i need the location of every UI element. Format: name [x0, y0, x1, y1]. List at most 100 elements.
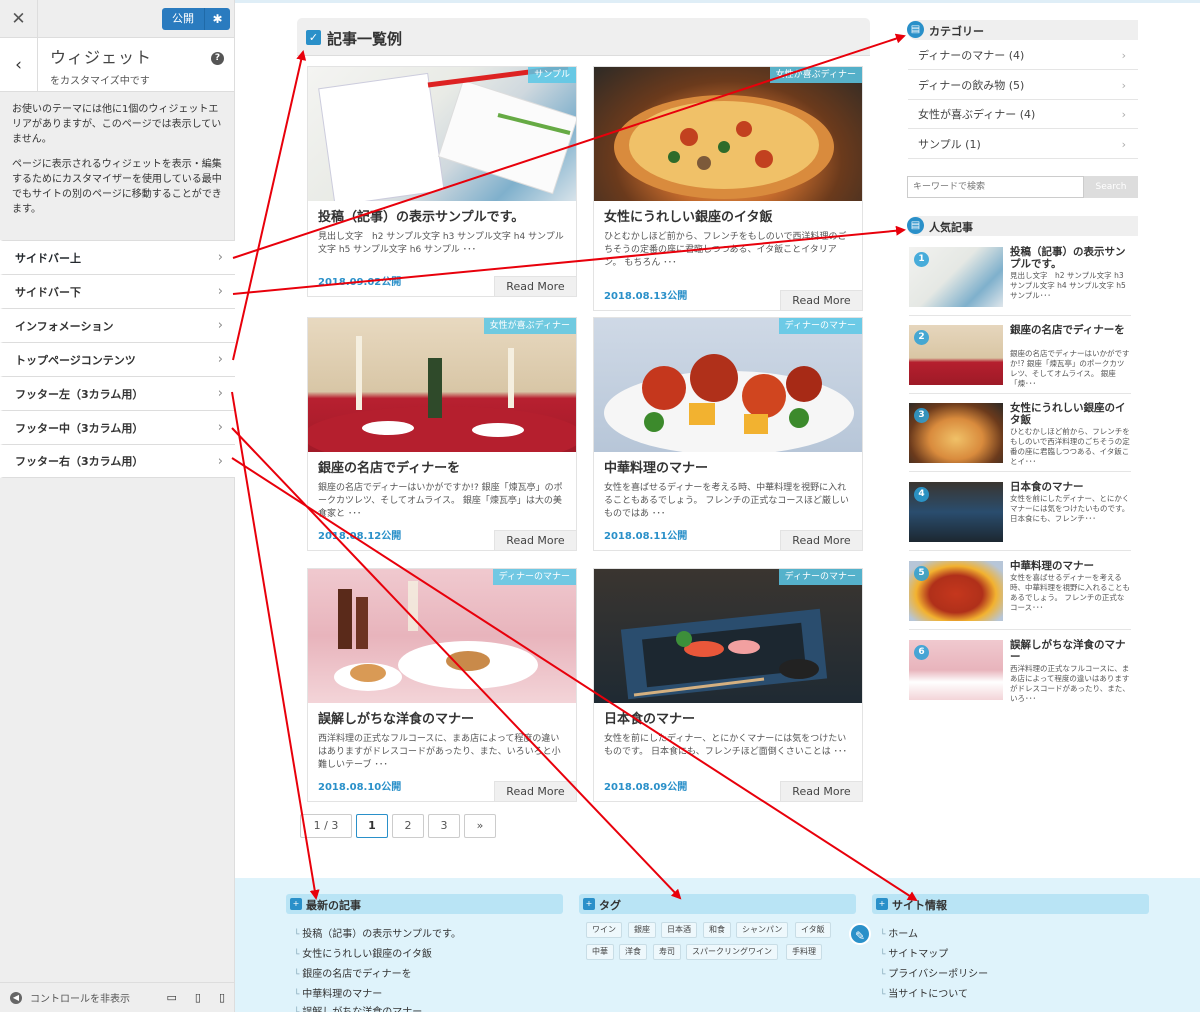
read-more-button[interactable]: Read More — [780, 290, 862, 310]
recent-post-link[interactable]: 投稿（記事）の表示サンプルです。 — [294, 925, 461, 940]
widget-area-sidebar-bottom[interactable]: サイドバー下 › — [0, 274, 235, 308]
category-badge[interactable]: サンプル — [528, 67, 576, 83]
popular-thumbnail[interactable]: 3 — [909, 403, 1003, 463]
post-card[interactable]: 女性が喜ぶディナー 女性にうれしい銀座のイタ飯 ひとむかしほど前から、フレンチを… — [593, 66, 863, 311]
collapse-icon[interactable]: ◀ — [10, 991, 22, 1004]
widget-area-information[interactable]: インフォメーション › — [0, 308, 235, 342]
chevron-right-icon: › — [217, 453, 223, 469]
popular-title[interactable]: 日本食のマナー — [1010, 481, 1131, 493]
popular-thumbnail[interactable]: 1 — [909, 247, 1003, 307]
category-link[interactable]: サンプル (1) › — [908, 130, 1138, 159]
tag-link[interactable]: イタ飯 — [795, 922, 831, 938]
tag-link[interactable]: 手料理 — [786, 944, 822, 960]
post-thumbnail[interactable]: 女性が喜ぶディナー — [308, 318, 576, 452]
post-title[interactable]: 投稿（記事）の表示サンプルです。 — [318, 209, 566, 227]
popular-post[interactable]: 2 銀座の名店でディナーを 銀座の名店でディナーはいかがですか!? 銀座「煉瓦亭… — [909, 322, 1131, 394]
site-link[interactable]: 当サイトについて — [880, 985, 968, 1000]
tag-link[interactable]: 中華 — [586, 944, 614, 960]
widget-area-footer-center[interactable]: フッター中（3カラム用） › — [0, 410, 235, 444]
post-card[interactable]: 女性が喜ぶディナー 銀座の名店でディナーを 銀座の名店でディナーはいかがですか!… — [307, 317, 577, 551]
tag-link[interactable]: スパークリングワイン — [686, 944, 778, 960]
post-card[interactable]: ディナーのマナー 中華料理のマナー 女性を喜ばせるディナーを考える時、中華料理を… — [593, 317, 863, 551]
read-more-button[interactable]: Read More — [780, 781, 862, 801]
popular-title[interactable]: 投稿（記事）の表示サンプルです。 — [1010, 246, 1131, 270]
post-thumbnail[interactable]: サンプル — [308, 67, 576, 201]
site-link[interactable]: プライバシーポリシー — [880, 965, 988, 980]
tag-link[interactable]: 日本酒 — [661, 922, 697, 938]
post-thumbnail[interactable]: ディナーのマナー — [594, 318, 862, 452]
popular-post[interactable]: 5 中華料理のマナー 女性を喜ばせるディナーを考える時、中華料理を視野に入れるこ… — [909, 558, 1131, 630]
close-icon[interactable]: ✕ — [0, 0, 38, 38]
tag-link[interactable]: 和食 — [703, 922, 731, 938]
read-more-button[interactable]: Read More — [494, 276, 576, 296]
pencil-icon[interactable]: ✎ — [849, 923, 871, 945]
help-icon[interactable]: ? — [211, 52, 224, 65]
post-thumbnail[interactable]: ディナーのマナー — [594, 569, 862, 703]
read-more-button[interactable]: Read More — [780, 530, 862, 550]
popular-title[interactable]: 誤解しがちな洋食のマナー — [1010, 639, 1131, 663]
post-card[interactable]: ディナーのマナー 誤解しがちな洋食のマナー 西洋料理の正式なフルコースに、まあ店… — [307, 568, 577, 802]
category-link[interactable]: ディナーの飲み物 (5) › — [908, 71, 1138, 100]
search-input[interactable] — [907, 176, 1084, 198]
widget-area-sidebar-top[interactable]: サイドバー上 › — [0, 240, 235, 274]
post-thumbnail[interactable]: ディナーのマナー — [308, 569, 576, 703]
page-link[interactable]: 3 — [428, 814, 460, 838]
post-excerpt: 銀座の名店でディナーはいかがですか!? 銀座「煉瓦亭」のポークカツレツ、そしてオ… — [318, 483, 563, 519]
page-link-current[interactable]: 1 — [356, 814, 388, 838]
publish-button[interactable]: 公開 — [162, 8, 204, 30]
popular-title[interactable]: 銀座の名店でディナーを — [1010, 324, 1131, 336]
recent-post-link[interactable]: 女性にうれしい銀座のイタ飯 — [294, 945, 432, 960]
widget-area-footer-right[interactable]: フッター右（3カラム用） › — [0, 444, 235, 478]
desktop-icon[interactable]: ▭ — [166, 991, 176, 1004]
tag-link[interactable]: 銀座 — [628, 922, 656, 938]
post-card[interactable]: サンプル 投稿（記事）の表示サンプルです。 見出し文字 h2 サンプル文字 h3… — [307, 66, 577, 297]
post-title[interactable]: 中華料理のマナー — [604, 460, 852, 478]
tag-link[interactable]: 洋食 — [619, 944, 647, 960]
site-link[interactable]: ホーム — [880, 925, 918, 940]
gear-icon[interactable]: ✱ — [204, 8, 230, 30]
popular-title[interactable]: 女性にうれしい銀座のイタ飯 — [1010, 402, 1131, 426]
category-badge[interactable]: ディナーのマナー — [492, 569, 576, 585]
read-more-button[interactable]: Read More — [494, 781, 576, 801]
post-title[interactable]: 誤解しがちな洋食のマナー — [318, 711, 566, 729]
recent-post-link[interactable]: 中華料理のマナー — [294, 985, 382, 1000]
category-link[interactable]: ディナーのマナー (4) › — [908, 41, 1138, 70]
category-badge[interactable]: 女性が喜ぶディナー — [769, 67, 862, 83]
popular-thumbnail[interactable]: 6 — [909, 640, 1003, 700]
popular-thumbnail[interactable]: 2 — [909, 325, 1003, 385]
tablet-icon[interactable]: ▯ — [195, 991, 201, 1004]
popular-excerpt: ひとむかしほど前から、フレンチをもしのいで西洋料理のごちそうの定番の座に君臨しつ… — [1010, 427, 1130, 466]
category-widget-header: ▤ カテゴリー — [907, 20, 1138, 40]
post-title[interactable]: 銀座の名店でディナーを — [318, 460, 566, 478]
category-badge[interactable]: ディナーのマナー — [778, 569, 862, 585]
mobile-icon[interactable]: ▯ — [219, 991, 225, 1004]
tag-link[interactable]: ワイン — [586, 922, 622, 938]
site-link[interactable]: サイトマップ — [880, 945, 948, 960]
post-card[interactable]: ディナーのマナー 日本食のマナー 女性を前にしたディナー、とにかくマナーには気を… — [593, 568, 863, 802]
read-more-button[interactable]: Read More — [494, 530, 576, 550]
popular-post[interactable]: 1 投稿（記事）の表示サンプルです。 見出し文字 h2 サンプル文字 h3 サン… — [909, 244, 1131, 316]
post-thumbnail[interactable]: 女性が喜ぶディナー — [594, 67, 862, 201]
post-title[interactable]: 女性にうれしい銀座のイタ飯 — [604, 209, 852, 227]
post-title[interactable]: 日本食のマナー — [604, 711, 852, 729]
back-arrow-icon[interactable]: ‹ — [0, 38, 38, 92]
popular-thumbnail[interactable]: 4 — [909, 482, 1003, 542]
tag-link[interactable]: 寿司 — [653, 944, 681, 960]
recent-post-link[interactable]: 誤解しがちな洋食のマナー — [294, 1003, 422, 1012]
popular-post[interactable]: 4 日本食のマナー 女性を前にしたディナー、とにかくマナーには気をつけたいもので… — [909, 479, 1131, 551]
popular-post[interactable]: 3 女性にうれしい銀座のイタ飯 ひとむかしほど前から、フレンチをもしのいで西洋料… — [909, 400, 1131, 472]
category-link[interactable]: 女性が喜ぶディナー (4) › — [908, 100, 1138, 129]
popular-post[interactable]: 6 誤解しがちな洋食のマナー 西洋料理の正式なフルコースに、まあ店によって程度の… — [909, 637, 1131, 709]
page-link[interactable]: 2 — [392, 814, 424, 838]
recent-post-link[interactable]: 銀座の名店でディナーを — [294, 965, 411, 980]
category-badge[interactable]: 女性が喜ぶディナー — [483, 318, 576, 334]
category-badge[interactable]: ディナーのマナー — [778, 318, 862, 334]
popular-thumbnail[interactable]: 5 — [909, 561, 1003, 621]
widget-area-footer-left[interactable]: フッター左（3カラム用） › — [0, 376, 235, 410]
tag-link[interactable]: シャンパン — [736, 922, 789, 938]
next-page-link[interactable]: » — [464, 814, 496, 838]
widget-area-top-page[interactable]: トップページコンテンツ › — [0, 342, 235, 376]
search-button[interactable]: Search — [1084, 176, 1138, 198]
popular-title[interactable]: 中華料理のマナー — [1010, 560, 1131, 572]
hide-controls-button[interactable]: コントロールを非表示 — [30, 990, 130, 1005]
